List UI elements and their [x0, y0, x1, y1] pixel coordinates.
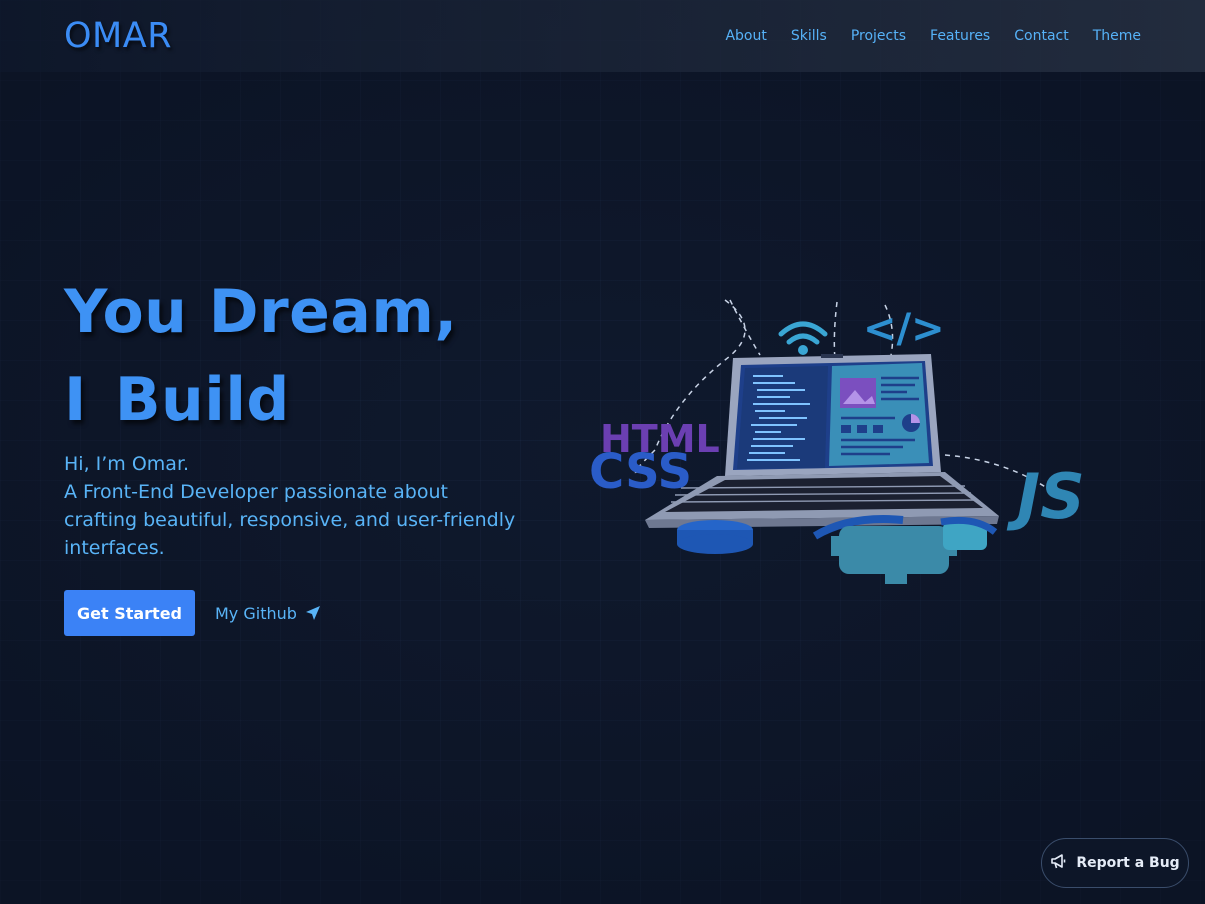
laptop-illustration: HTML CSS </> JS [585, 290, 1095, 599]
nav-link-contact[interactable]: Contact [1014, 28, 1068, 44]
navbar: OMAR About Skills Projects Features Cont… [0, 0, 1205, 72]
paper-plane-icon [305, 605, 321, 621]
css-label: CSS [589, 444, 692, 500]
report-bug-button[interactable]: Report a Bug [1041, 838, 1189, 888]
nav-link-theme[interactable]: Theme [1093, 28, 1141, 44]
report-bug-label: Report a Bug [1076, 855, 1180, 871]
hero-description: A Front-End Developer passionate about c… [64, 481, 516, 559]
github-link-label: My Github [215, 603, 297, 623]
hero-title-word-build: Build [114, 365, 290, 435]
nav-link-projects[interactable]: Projects [851, 28, 906, 44]
hero-title: You Dream, I Build [64, 268, 458, 444]
logo[interactable]: OMAR [64, 16, 172, 56]
megaphone-icon [1050, 852, 1068, 874]
hero-subtitle: Hi, I’m Omar. A Front-End Developer pass… [64, 450, 520, 562]
nav-link-features[interactable]: Features [930, 28, 990, 44]
get-started-button[interactable]: Get Started [64, 590, 195, 636]
hero-title-line-2: I Build [64, 356, 458, 444]
nav-links: About Skills Projects Features Contact T… [725, 28, 1141, 44]
github-link[interactable]: My Github [215, 600, 321, 626]
hero-greeting: Hi, I’m Omar. [64, 453, 190, 475]
hero-title-word-i: I [64, 365, 87, 435]
hero-title-line-1: You Dream, [64, 277, 458, 347]
code-tag-label: </> [863, 306, 945, 352]
wifi-icon [778, 321, 828, 345]
nav-link-about[interactable]: About [725, 28, 766, 44]
nav-link-skills[interactable]: Skills [791, 28, 827, 44]
js-label: JS [1006, 460, 1085, 533]
